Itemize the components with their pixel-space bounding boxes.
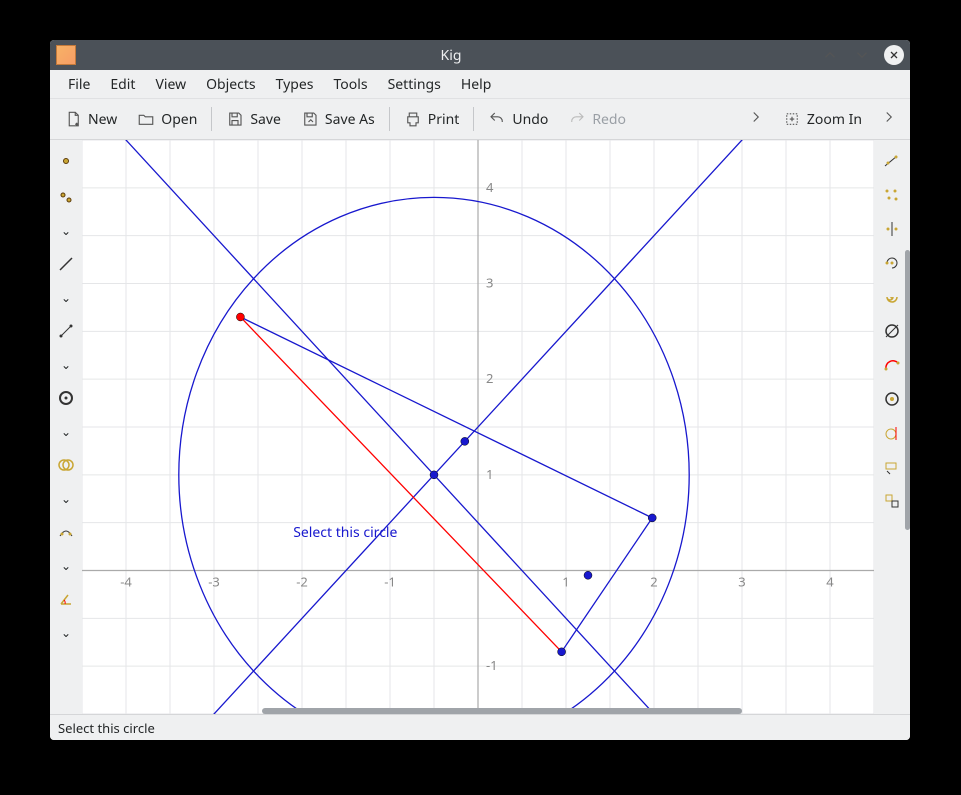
svg-text:-1: -1 xyxy=(384,573,396,591)
separator xyxy=(473,107,474,131)
tool-transform-icon[interactable] xyxy=(881,490,903,512)
tool-reflect-icon[interactable] xyxy=(881,218,903,240)
open-label: Open xyxy=(161,110,197,129)
chevron-down-icon[interactable]: ⌄ xyxy=(61,289,71,306)
menu-edit[interactable]: Edit xyxy=(100,71,145,98)
svg-text:-3: -3 xyxy=(208,573,220,591)
tool-spiral-icon[interactable] xyxy=(881,286,903,308)
menu-objects[interactable]: Objects xyxy=(196,71,266,98)
tool-arc-icon[interactable] xyxy=(881,354,903,376)
menubar: File Edit View Objects Types Tools Setti… xyxy=(50,70,910,99)
titlebar: Kig xyxy=(50,40,910,70)
open-button[interactable]: Open xyxy=(129,106,205,133)
zoom-in-button[interactable]: Zoom In xyxy=(775,106,870,133)
canvas-area[interactable]: -4 -3 -2 -1 1 2 3 4 4 3 2 1 -1 Select this circle xyxy=(82,140,874,714)
svg-text:3: 3 xyxy=(486,274,493,292)
tool-label-icon[interactable] xyxy=(881,456,903,478)
tool-projection-icon[interactable] xyxy=(881,150,903,172)
menu-types[interactable]: Types xyxy=(266,71,324,98)
toolbar-overflow-right[interactable] xyxy=(872,104,906,135)
chevron-down-icon[interactable]: ⌄ xyxy=(61,222,71,239)
tool-curve-icon[interactable] xyxy=(55,521,77,543)
undo-button[interactable]: Undo xyxy=(480,106,556,133)
new-label: New xyxy=(88,110,117,129)
save-label: Save xyxy=(250,110,281,129)
separator xyxy=(389,107,390,131)
minimize-button[interactable] xyxy=(820,45,840,65)
horizontal-scrollbar[interactable] xyxy=(262,708,742,714)
main-toolbar: New Open Save Save As Print xyxy=(50,99,910,140)
save-button[interactable]: Save xyxy=(218,106,289,133)
svg-text:1: 1 xyxy=(486,465,493,483)
window-title: Kig xyxy=(82,46,820,65)
svg-text:3: 3 xyxy=(738,573,745,591)
chevron-down-icon[interactable]: ⌄ xyxy=(61,624,71,641)
right-toolbar xyxy=(874,140,910,714)
left-toolbar: ⌄ ⌄ ⌄ ⌄ ⌄ ⌄ xyxy=(50,140,82,714)
status-text: Select this circle xyxy=(58,719,155,737)
vertical-scrollbar[interactable] xyxy=(905,250,910,530)
tool-tangent-icon[interactable] xyxy=(881,422,903,444)
zoom-in-label: Zoom In xyxy=(807,110,862,129)
tool-circle-icon[interactable] xyxy=(55,387,77,409)
save-as-button[interactable]: Save As xyxy=(293,106,383,133)
save-as-label: Save As xyxy=(325,110,375,129)
maximize-button[interactable] xyxy=(852,45,872,65)
chevron-down-icon[interactable]: ⌄ xyxy=(61,557,71,574)
tool-inverse-icon[interactable] xyxy=(881,320,903,342)
svg-text:4: 4 xyxy=(486,178,494,196)
svg-text:4: 4 xyxy=(826,573,834,591)
menu-file[interactable]: File xyxy=(58,71,100,98)
svg-text:-4: -4 xyxy=(120,573,132,591)
toolbar-overflow-left[interactable] xyxy=(739,104,773,135)
new-button[interactable]: New xyxy=(56,106,125,133)
print-button[interactable]: Print xyxy=(396,106,468,133)
svg-text:Select this circle: Select this circle xyxy=(293,523,397,542)
svg-text:2: 2 xyxy=(650,573,657,591)
undo-label: Undo xyxy=(512,110,548,129)
redo-button: Redo xyxy=(560,106,634,133)
tool-rotate-icon[interactable] xyxy=(881,252,903,274)
redo-label: Redo xyxy=(592,110,626,129)
app-window: Kig File Edit View Objects Types Tools S… xyxy=(50,40,910,740)
tool-line-icon[interactable] xyxy=(55,253,77,275)
tool-angle-icon[interactable] xyxy=(55,588,77,610)
statusbar: Select this circle xyxy=(50,714,910,740)
chevron-down-icon[interactable]: ⌄ xyxy=(61,356,71,373)
tool-points-icon[interactable] xyxy=(55,186,77,208)
separator xyxy=(211,107,212,131)
tool-target-icon[interactable] xyxy=(881,388,903,410)
chevron-down-icon[interactable]: ⌄ xyxy=(61,423,71,440)
tool-segment-icon[interactable] xyxy=(55,320,77,342)
tool-multipoint-icon[interactable] xyxy=(881,184,903,206)
menu-tools[interactable]: Tools xyxy=(324,71,378,98)
chevron-down-icon[interactable]: ⌄ xyxy=(61,490,71,507)
svg-text:-2: -2 xyxy=(296,573,308,591)
svg-text:1: 1 xyxy=(562,573,569,591)
svg-text:2: 2 xyxy=(486,369,493,387)
tool-point-icon[interactable] xyxy=(55,150,77,172)
app-icon xyxy=(56,45,76,65)
menu-help[interactable]: Help xyxy=(451,71,502,98)
print-label: Print xyxy=(428,110,460,129)
close-button[interactable] xyxy=(884,45,904,65)
tool-intersect-icon[interactable] xyxy=(55,454,77,476)
svg-text:-1: -1 xyxy=(486,656,498,674)
menu-view[interactable]: View xyxy=(145,71,196,98)
menu-settings[interactable]: Settings xyxy=(378,71,451,98)
